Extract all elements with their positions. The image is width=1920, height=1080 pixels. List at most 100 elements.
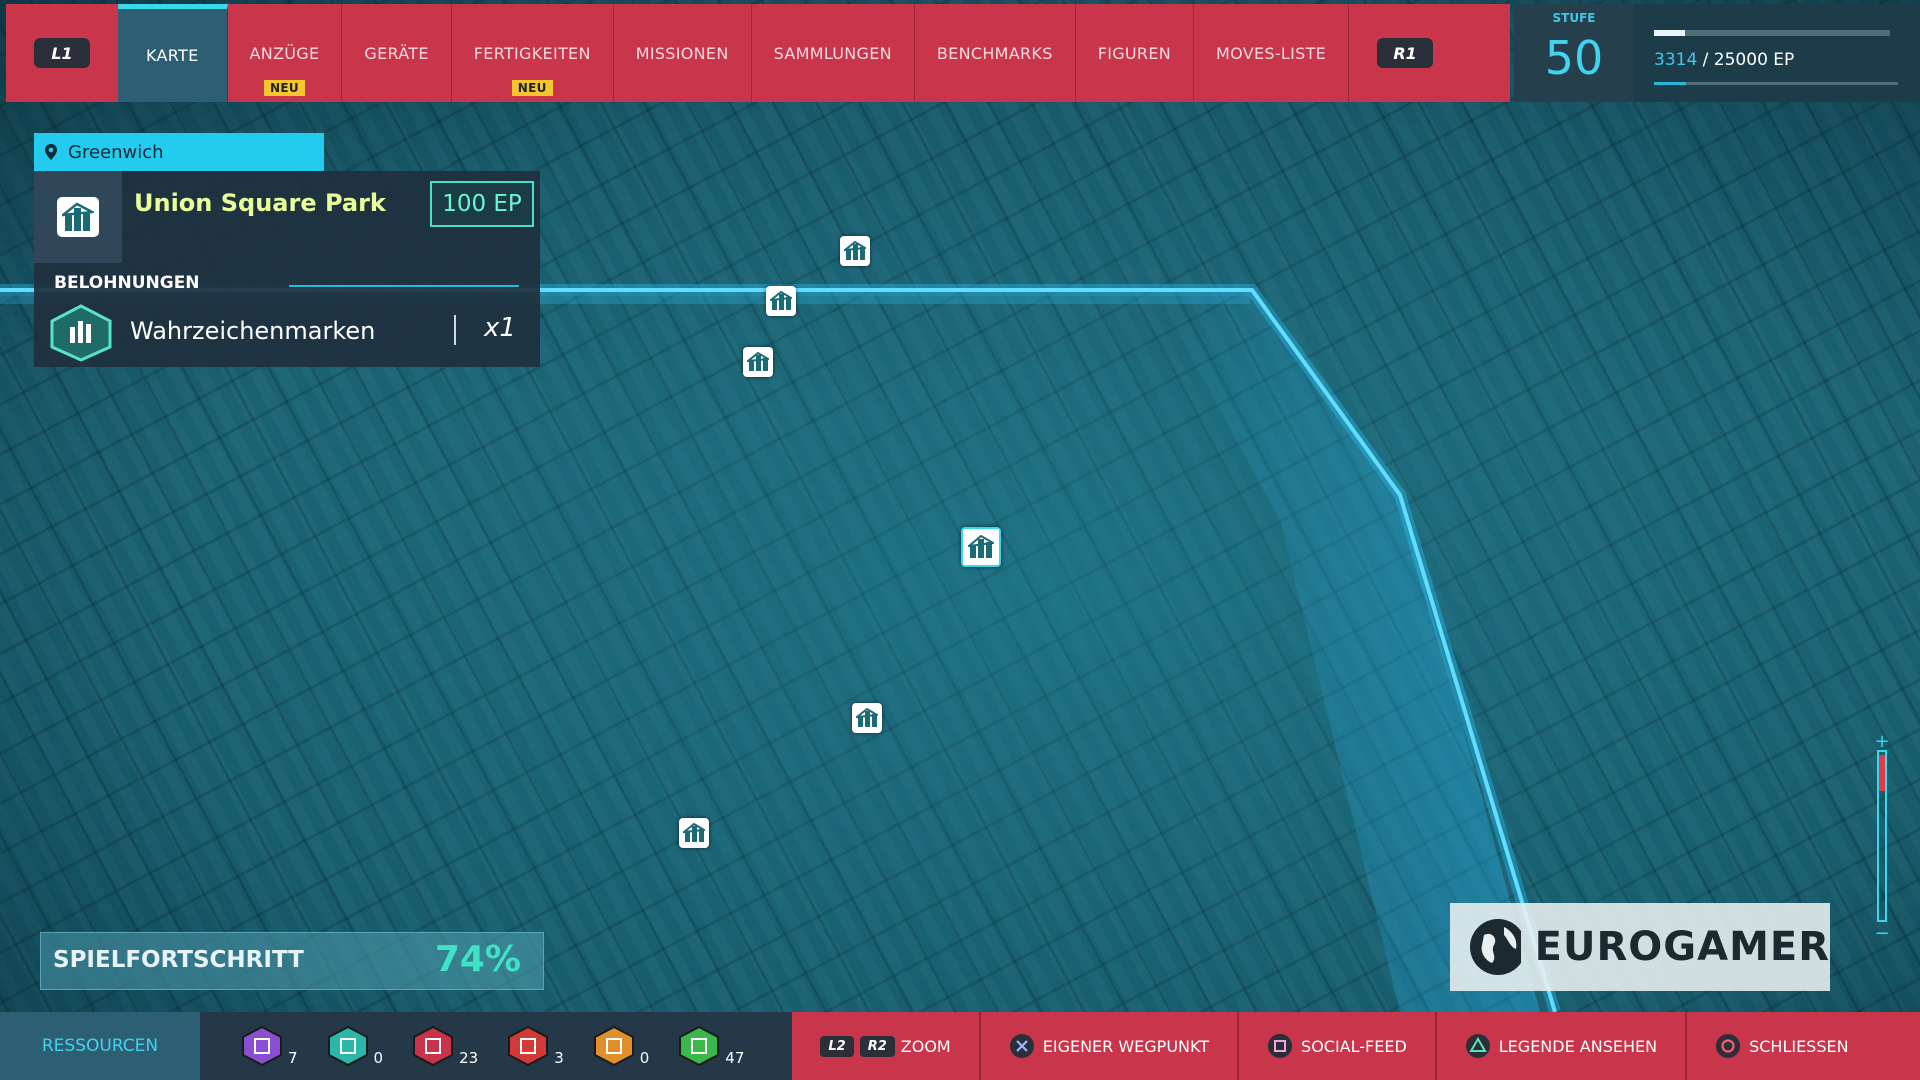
xp-bar-top [1654,30,1890,36]
tab-moves-liste[interactable]: MOVES-LISTE [1194,4,1350,102]
circle-button-icon [1716,1034,1741,1058]
square-button-icon [1268,1034,1293,1058]
l2-key: L2 [820,1035,854,1057]
globe-logo-icon [1470,919,1521,975]
landmark-icon [683,823,705,842]
xp-readout: 3314 / 25000 EP [1654,50,1794,70]
research-token-icon [242,1025,282,1067]
landmark-token-icon [327,1025,368,1067]
resource-item: 0 [326,1025,384,1067]
close-action[interactable]: SCHLIESSEN [1685,1012,1877,1080]
top-nav-bar: L1 KARTE ANZÜGE NEU GERÄTE FERTIGKEITEN NEU MI… [6,4,1510,102]
landmark-icon-box [34,171,122,263]
tab-label: FIGUREN [1097,43,1172,63]
zoom-action[interactable]: L2 R2 ZOOM [792,1012,978,1080]
new-badge: NEU [264,80,305,96]
zoom-label: ZOOM [900,1036,951,1056]
resource-item: 3 [506,1025,564,1067]
divider [454,315,456,345]
xp-current: 3314 [1654,50,1698,70]
watermark-text: EUROGAMER [1534,924,1830,970]
base-token-icon [679,1025,720,1067]
l1-button[interactable]: L1 [34,38,90,68]
tab-sammlungen[interactable]: SAMMLUNGEN [752,4,915,102]
close-label: SCHLIESSEN [1749,1036,1849,1056]
reward-count: x1 [484,313,516,343]
bottom-bar: RESSOURCEN 7 0 23 3 0 47 L2 R2 ZOOM EIGENER W… [0,1012,1920,1080]
divider [289,285,519,287]
xp-total: / 25000 EP [1697,50,1795,70]
resource-item: 7 [240,1025,298,1067]
cross-button-icon [1009,1034,1034,1058]
legend-label: LEGENDE ANSEHEN [1498,1036,1658,1056]
tab-anzüge[interactable]: ANZÜGE NEU [228,4,343,102]
tab-karte[interactable]: KARTE [118,4,228,102]
tab-label: BENCHMARKS [936,43,1053,63]
triangle-button-icon [1465,1034,1490,1058]
landmark-icon [57,197,99,237]
zoom-slider[interactable]: + − [1872,731,1892,944]
svg-text:+: + [1874,733,1889,752]
tab-label: MOVES-LISTE [1216,43,1327,63]
landmark-marker[interactable] [766,286,796,316]
svg-text:−: − [1874,923,1889,943]
eurogamer-watermark: EUROGAMER [1450,903,1830,991]
tab-benchmarks[interactable]: BENCHMARKS [915,4,1076,102]
resources-list: 7 0 23 3 0 47 [200,1012,793,1080]
landmark-token-icon [48,303,114,367]
resource-item: 47 [677,1025,744,1067]
resource-item: 23 [411,1025,478,1067]
tab-label: GERÄTE [364,43,429,63]
r2-key: R2 [859,1035,895,1057]
landmark-icon [747,352,769,371]
tab-missionen[interactable]: MISSIONEN [614,4,752,102]
progress-value: 74% [434,939,521,980]
resource-count: 0 [639,1049,650,1067]
resource-count: 23 [459,1049,479,1067]
landmark-icon [968,535,994,558]
location-pin-icon [45,144,57,160]
landmark-marker[interactable] [679,818,709,848]
district-tag: Greenwich [34,133,324,171]
tab-fertigkeiten[interactable]: FERTIGKEITEN NEU [452,4,614,102]
resources-label: RESSOURCEN [0,1012,200,1080]
tab-label: ANZÜGE [249,43,320,63]
landmark-icon [770,291,792,310]
location-name: Union Square Park [134,189,386,217]
landmark-marker[interactable] [840,236,870,266]
resource-count: 0 [373,1049,384,1067]
crime-token-icon [508,1025,549,1067]
waypoint-action[interactable]: EIGENER WEGPUNKT [978,1012,1237,1080]
landmark-marker[interactable] [852,703,882,733]
challenge-token-icon [593,1025,634,1067]
xp-bar-bottom [1654,82,1898,85]
reward-name: Wahrzeichenmarken [130,317,376,345]
social-feed-action[interactable]: SOCIAL-FEED [1237,1012,1435,1080]
xp-bar-fill-accent [1654,82,1686,85]
resource-count: 7 [288,1049,298,1067]
backpack-token-icon [413,1025,454,1067]
xp-reward-badge: 100 EP [430,181,534,227]
tab-label: SAMMLUNGEN [773,43,892,63]
level-value: 50 [1544,31,1604,85]
progress-label: SPIELFORTSCHRITT [53,947,304,973]
level-label: STUFE [1552,11,1596,25]
tab-label: KARTE [146,46,199,65]
district-name: Greenwich [68,141,164,163]
tab-geräte[interactable]: GERÄTE [342,4,452,102]
resource-count: 47 [725,1049,745,1067]
landmark-icon [856,708,878,727]
selected-landmark-marker[interactable] [961,527,1001,567]
landmark-marker[interactable] [743,347,773,377]
location-info-panel: Union Square Park 100 EP BELOHNUNGEN Wah… [34,171,540,367]
game-progress: SPIELFORTSCHRITT 74% [40,932,544,990]
level-box: STUFE 50 [1514,4,1634,102]
legend-action[interactable]: LEGENDE ANSEHEN [1434,1012,1685,1080]
nav-tabs: KARTE ANZÜGE NEU GERÄTE FERTIGKEITEN NEU MISSI… [118,4,1350,102]
level-panel: STUFE 50 3314 / 25000 EP [1514,4,1920,102]
tab-figuren[interactable]: FIGUREN [1076,4,1195,102]
r1-button[interactable]: R1 [1377,38,1434,68]
new-badge: NEU [511,80,553,96]
landmark-icon [844,241,866,260]
resource-item: 0 [592,1025,650,1067]
